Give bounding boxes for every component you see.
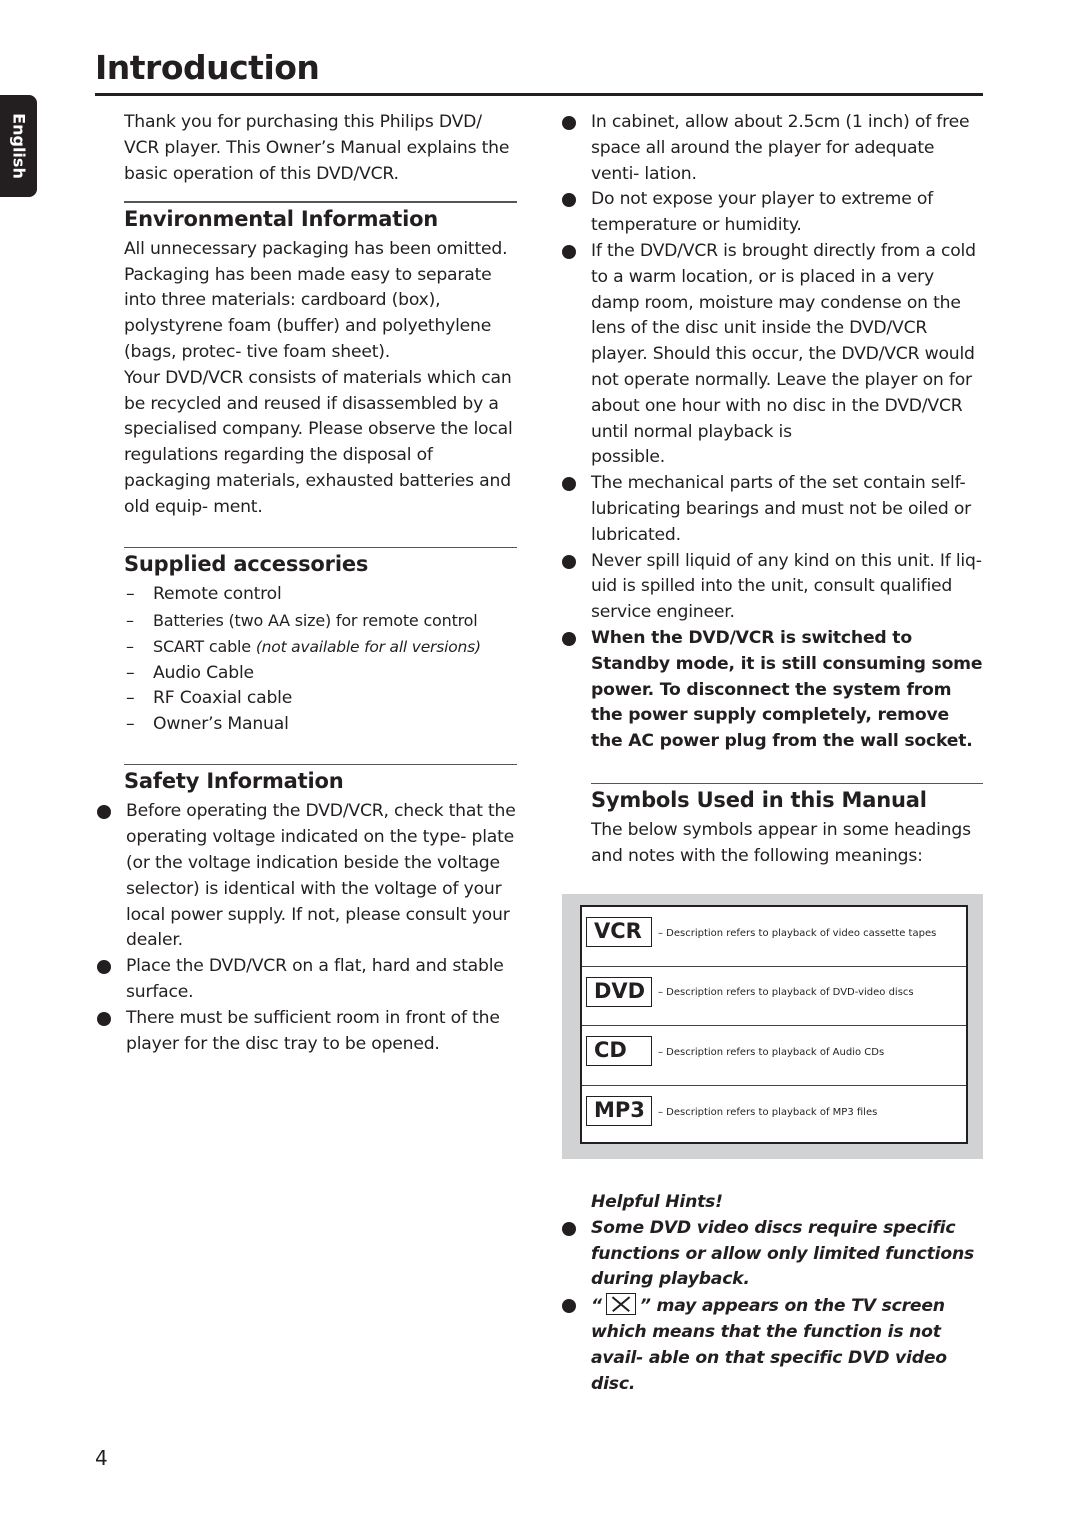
accessory-item: – RF Coaxial cable — [124, 686, 520, 712]
safety-section: Safety Information Before operating the … — [95, 763, 520, 1057]
environmental-heading: Environmental Information — [124, 206, 439, 231]
safety-item: If the DVD/VCR is brought directly from … — [560, 239, 985, 471]
mp3-badge-icon: MP3 — [586, 1096, 652, 1127]
dvd-badge-icon: DVD — [586, 976, 652, 1007]
symbol-row-cd: CD – Description refers to playback of A… — [582, 1026, 966, 1086]
accessory-item: – Remote control — [124, 582, 520, 608]
dash-marker: – — [126, 636, 134, 656]
symbol-description: – Description refers to playback of DVD-… — [658, 987, 914, 999]
symbols-section: Symbols Used in this Manual The below sy… — [560, 782, 985, 870]
safety-item: Never spill liquid of any kind on this u… — [560, 549, 985, 626]
not-available-x-icon — [605, 1293, 636, 1316]
bullet-icon — [562, 193, 576, 208]
bullet-icon — [562, 1299, 576, 1314]
environmental-paragraph-1: All unnecessary packaging has been omitt… — [124, 238, 508, 363]
helpful-hints: Helpful Hints! Some DVD video discs requ… — [560, 1190, 985, 1397]
safety-item: Place the DVD/VCR on a flat, hard and st… — [95, 954, 520, 1006]
accessories-heading: Supplied accessories — [124, 552, 369, 577]
hint-item: “” may appears on the TV screen which me… — [560, 1293, 985, 1397]
bullet-icon — [97, 805, 111, 820]
bullet-icon — [562, 244, 576, 259]
language-tab-label: English — [9, 113, 28, 179]
accessory-item: – SCART cable (not available for all vers… — [124, 634, 520, 661]
standby-warning: When the DVD/VCR is switched to Standby … — [560, 626, 985, 755]
safety-item: There must be sufficient room in front o… — [95, 1006, 520, 1058]
right-column: In cabinet, allow about 2.5cm (1 inch) o… — [560, 110, 985, 870]
accessories-section: Supplied accessories – Remote control – Ba… — [95, 546, 520, 738]
symbol-description: – Description refers to playback of vide… — [658, 927, 937, 939]
accessory-item: – Audio Cable — [124, 661, 520, 687]
symbols-table: VCR – Description refers to playback of … — [580, 905, 968, 1144]
page-number: 4 — [95, 1446, 108, 1470]
bullet-icon — [562, 1221, 576, 1236]
bullet-icon — [97, 1011, 111, 1026]
language-tab: English — [0, 95, 37, 197]
hints-title: Helpful Hints! — [591, 1192, 723, 1212]
symbols-intro: The below symbols appear in some heading… — [591, 820, 971, 867]
symbol-row-mp3: MP3 – Description refers to playback of … — [582, 1086, 966, 1146]
bullet-icon — [562, 554, 576, 569]
dash-marker: – — [126, 610, 134, 630]
section-rule — [124, 546, 517, 549]
safety-item: In cabinet, allow about 2.5cm (1 inch) o… — [560, 110, 985, 187]
page-title: Introduction — [95, 48, 320, 87]
accessory-item: – Batteries (two AA size) for remote cont… — [124, 608, 520, 634]
safety-heading: Safety Information — [124, 769, 344, 794]
safety-item-tail: possible. — [591, 447, 666, 468]
symbols-heading: Symbols Used in this Manual — [591, 788, 927, 813]
dash-marker: – — [126, 714, 135, 735]
symbol-description: – Description refers to playback of Audi… — [658, 1046, 885, 1058]
section-rule — [591, 782, 983, 785]
vcr-badge-icon: VCR — [586, 917, 652, 948]
hint-item: Some DVD video discs require specific fu… — [560, 1216, 985, 1293]
dash-marker: – — [126, 688, 135, 709]
symbol-row-dvd: DVD – Description refers to playback of … — [582, 967, 966, 1026]
safety-continued-list: In cabinet, allow about 2.5cm (1 inch) o… — [560, 110, 985, 755]
safety-list: Before operating the DVD/VCR, check that… — [95, 799, 520, 1057]
bullet-icon — [97, 960, 111, 975]
accessories-list: – Remote control – Batteries (two AA size)… — [95, 582, 520, 738]
hints-list: Some DVD video discs require specific fu… — [560, 1216, 985, 1398]
dash-marker: – — [126, 662, 135, 683]
safety-item: Before operating the DVD/VCR, check that… — [95, 799, 520, 954]
section-rule — [124, 201, 517, 203]
accessory-item: – Owner’s Manual — [124, 712, 520, 738]
environmental-paragraph-2: Your DVD/VCR consists of materials which… — [124, 367, 513, 517]
bullet-icon — [562, 631, 576, 646]
accessory-note: (not available for all versions) — [255, 637, 481, 656]
environmental-section: Environmental Information All unnecessar… — [95, 201, 520, 520]
safety-item: Do not expose your player to extreme of … — [560, 187, 985, 239]
section-rule — [124, 763, 517, 766]
left-column: Thank you for purchasing this Philips DV… — [95, 110, 520, 1057]
safety-item: The mechanical parts of the set contain … — [560, 471, 985, 548]
cd-badge-icon: CD — [586, 1036, 652, 1067]
title-rule — [95, 93, 983, 96]
bullet-icon — [562, 116, 576, 130]
symbol-row-vcr: VCR – Description refers to playback of … — [582, 907, 966, 967]
symbol-description: – Description refers to playback of MP3 … — [658, 1106, 878, 1118]
symbols-panel: VCR – Description refers to playback of … — [562, 894, 983, 1159]
bullet-icon — [562, 477, 576, 492]
intro-text: Thank you for purchasing this Philips DV… — [124, 112, 510, 184]
dash-marker: – — [126, 584, 135, 605]
